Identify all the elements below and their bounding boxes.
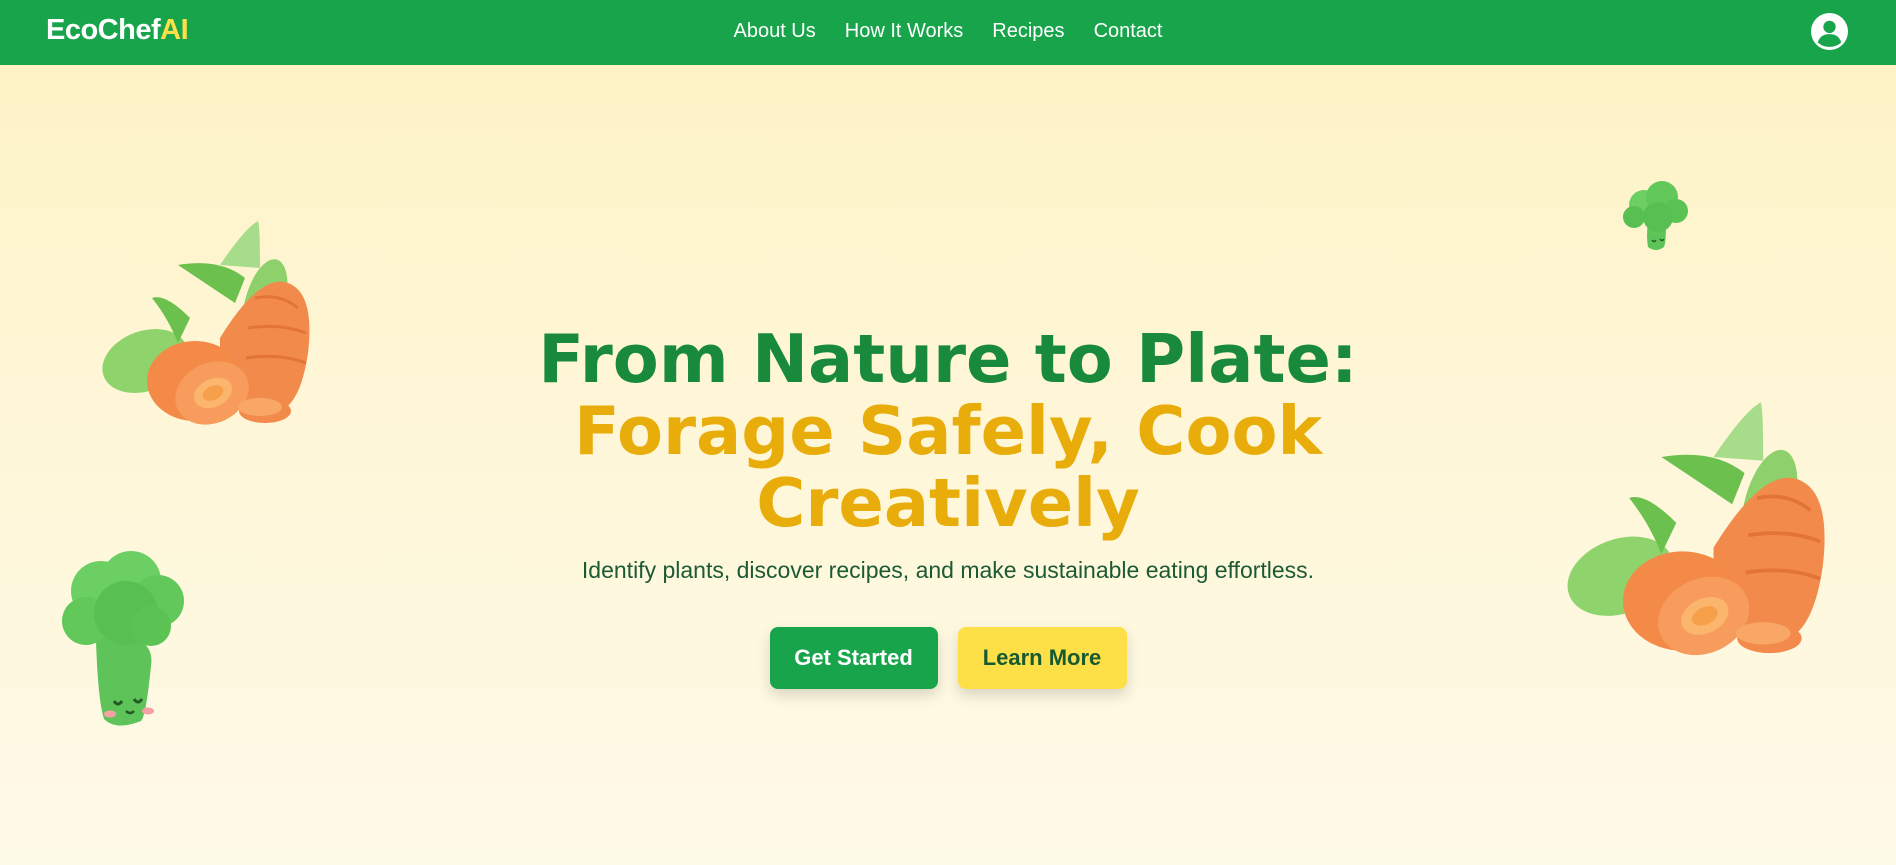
nav-recipes[interactable]: Recipes xyxy=(992,20,1064,43)
hero-actions: Get Started Learn More xyxy=(0,627,1896,689)
main-nav: About Us How It Works Recipes Contact xyxy=(0,20,1896,43)
hero-title-line-3: Creatively xyxy=(756,464,1140,542)
hero-title: From Nature to Plate: Forage Safely, Coo… xyxy=(0,323,1896,539)
hero-section: From Nature to Plate: Forage Safely, Coo… xyxy=(0,65,1896,865)
hero-title-line-1: From Nature to Plate: xyxy=(538,320,1358,398)
nav-about-us[interactable]: About Us xyxy=(733,20,815,43)
get-started-button[interactable]: Get Started xyxy=(769,627,938,689)
user-circle-icon[interactable] xyxy=(1811,13,1848,50)
learn-more-button[interactable]: Learn More xyxy=(957,627,1127,689)
broccoli-illustration xyxy=(1623,181,1688,250)
nav-contact[interactable]: Contact xyxy=(1094,20,1163,43)
hero-subtitle: Identify plants, discover recipes, and m… xyxy=(581,557,1315,583)
hero-title-line-2: Forage Safely, Cook xyxy=(573,392,1323,470)
top-navbar: EcoChefAI About Us How It Works Recipes … xyxy=(0,0,1896,65)
nav-how-it-works[interactable]: How It Works xyxy=(845,20,964,43)
